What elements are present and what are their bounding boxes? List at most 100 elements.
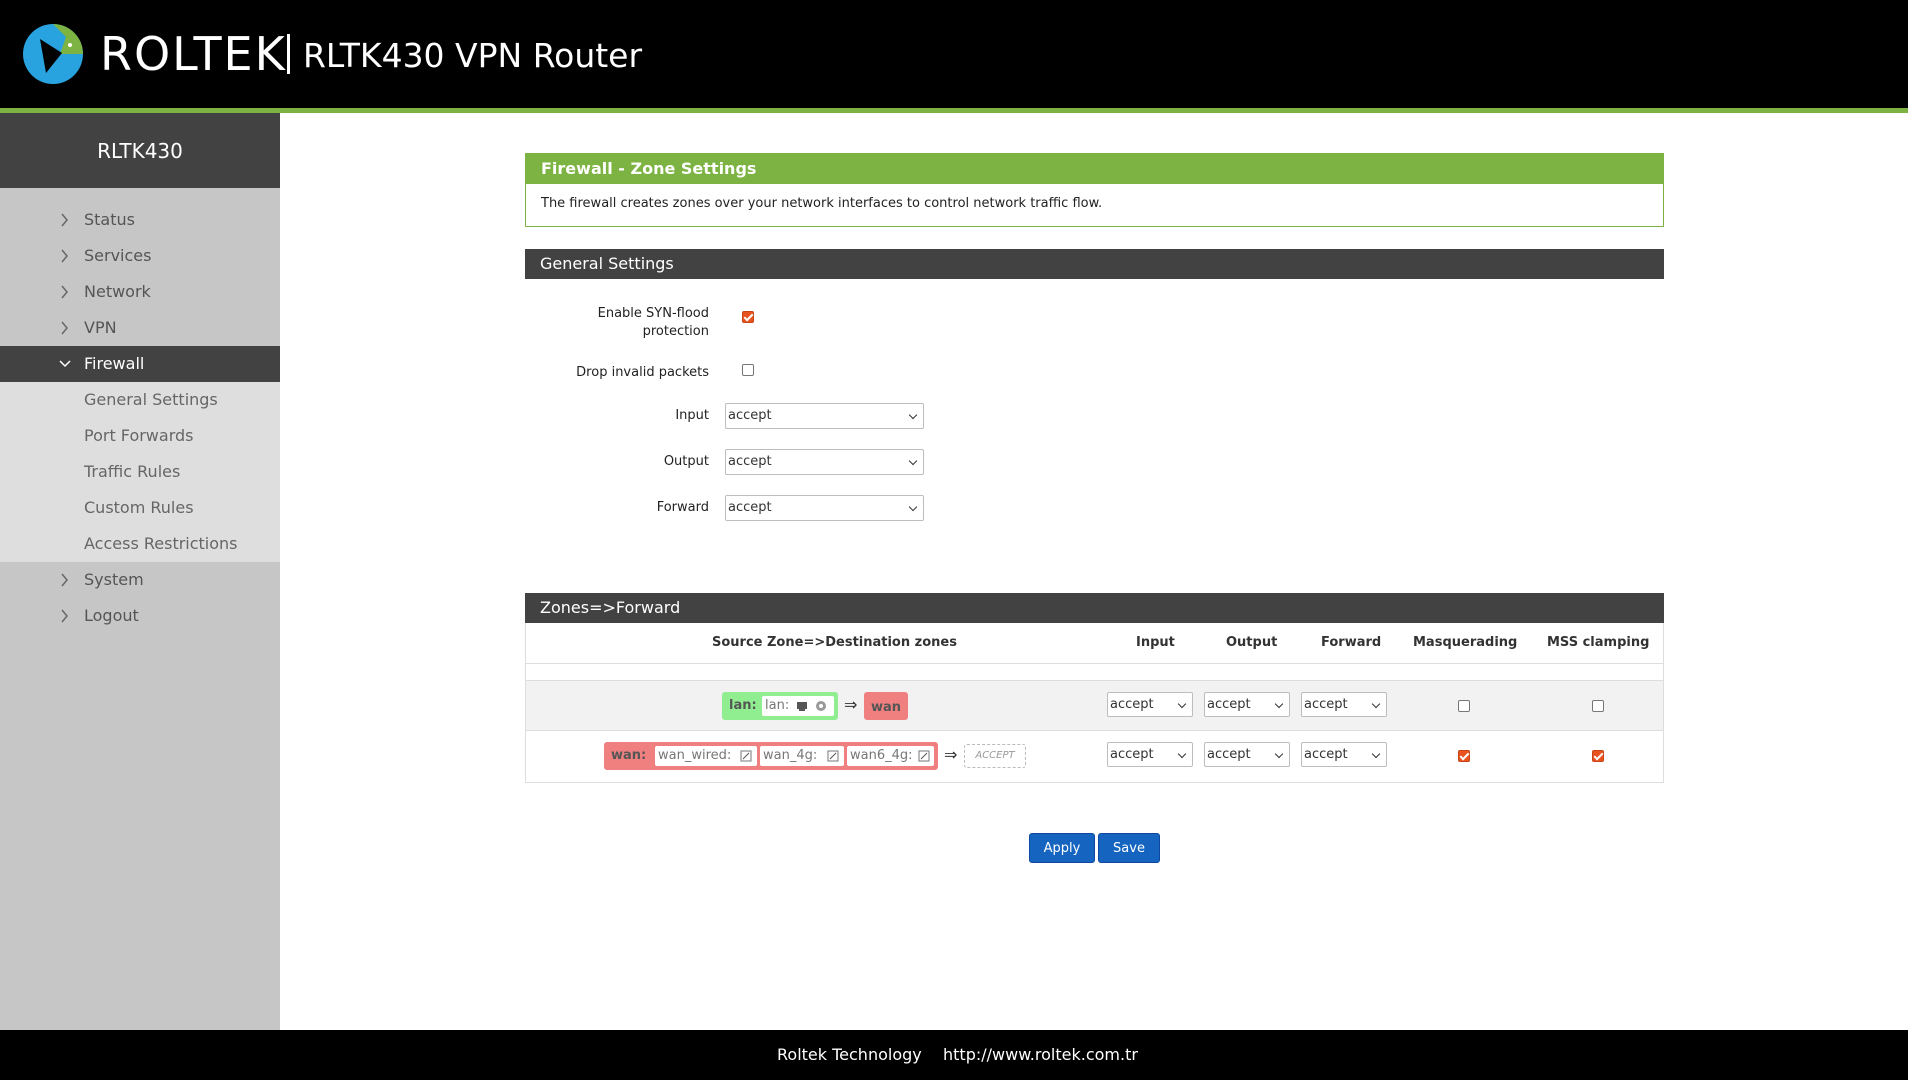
select-value: accept — [1304, 747, 1348, 762]
apply-button[interactable]: Apply — [1029, 833, 1095, 863]
interface-icon — [740, 750, 752, 762]
chevron-down-icon — [1274, 749, 1284, 759]
section-title: General Settings — [525, 249, 1664, 279]
zone-input-select[interactable]: accept — [1107, 742, 1193, 767]
forward-policy-select[interactable]: accept — [725, 495, 924, 521]
footer-url[interactable]: http://www.roltek.com.tr — [943, 1030, 1138, 1080]
sidebar-item-firewall[interactable]: Firewall — [0, 346, 280, 382]
input-label: Input — [675, 408, 709, 423]
chevron-down-icon — [1177, 699, 1187, 709]
destination-accept: ACCEPT — [964, 744, 1026, 768]
page-description: The firewall creates zones over your net… — [541, 196, 1103, 211]
wifi-icon — [816, 701, 826, 711]
table-row: wan: wan_wired: wan_4g: wan6_4g: ⇒ ACCEP… — [526, 730, 1663, 780]
table-spacer-row — [526, 663, 1663, 680]
syn-flood-checkbox[interactable] — [742, 311, 754, 323]
chevron-right-icon — [61, 285, 68, 299]
column-header: Output — [1226, 635, 1278, 650]
interface-label: lan: — [765, 698, 790, 713]
sidebar-item-services[interactable]: Services — [0, 238, 280, 274]
zones-table: Source Zone=>Destination zones Input Out… — [525, 623, 1664, 783]
select-value: accept — [728, 454, 772, 469]
chevron-right-icon — [61, 609, 68, 623]
interface-wan-4g: wan_4g: — [760, 746, 844, 766]
sidebar-item-label: System — [84, 570, 144, 589]
select-value: accept — [728, 408, 772, 423]
sidebar-item-logout[interactable]: Logout — [0, 598, 280, 634]
select-value: accept — [1207, 697, 1251, 712]
masquerading-checkbox[interactable] — [1458, 700, 1470, 712]
interface-label: wan_wired: — [658, 748, 732, 763]
syn-flood-label: Enable SYN-flood protection — [597, 306, 709, 339]
sidebar-item-vpn[interactable]: VPN — [0, 310, 280, 346]
chevron-down-icon — [908, 410, 918, 420]
chevron-down-icon — [1177, 749, 1187, 759]
select-value: accept — [1110, 697, 1154, 712]
masquerading-checkbox[interactable] — [1458, 750, 1470, 762]
column-header: Input — [1136, 635, 1175, 650]
input-policy-select[interactable]: accept — [725, 403, 924, 429]
forward-label: Forward — [656, 500, 709, 515]
zone-input-select[interactable]: accept — [1107, 692, 1193, 717]
mss-clamping-checkbox[interactable] — [1592, 700, 1604, 712]
ethernet-icon — [797, 702, 807, 711]
interface-label: wan_4g: — [763, 748, 818, 763]
output-policy-select[interactable]: accept — [725, 449, 924, 475]
sidebar-item-label: Logout — [84, 606, 139, 625]
chevron-right-icon — [61, 249, 68, 263]
header: ROLTEK RLTK430 VPN Router — [0, 0, 1908, 113]
sidebar-subitem-custom-rules[interactable]: Custom Rules — [0, 490, 280, 526]
chevron-down-icon — [59, 360, 71, 368]
zones-forward-section: Zones=>Forward Source Zone=>Destination … — [525, 593, 1664, 783]
chevron-down-icon — [1274, 699, 1284, 709]
sidebar-item-system[interactable]: System — [0, 562, 280, 598]
sidebar-item-network[interactable]: Network — [0, 274, 280, 310]
chevron-right-icon — [61, 573, 68, 587]
column-header: Masquerading — [1413, 635, 1518, 650]
zone-name: lan: — [729, 698, 757, 713]
brand-separator — [287, 34, 290, 74]
chevron-right-icon — [61, 213, 68, 227]
drop-invalid-checkbox[interactable] — [742, 364, 754, 376]
product-name: RLTK430 VPN Router — [303, 36, 643, 75]
sidebar-subitem-traffic-rules[interactable]: Traffic Rules — [0, 454, 280, 490]
sidebar-item-label: Network — [84, 282, 151, 301]
select-value: accept — [1110, 747, 1154, 762]
forward-arrow: ⇒ — [944, 745, 958, 764]
drop-invalid-label: Drop invalid packets — [576, 365, 709, 380]
sidebar-item-status[interactable]: Status — [0, 202, 280, 238]
zone-forward-select[interactable]: accept — [1301, 742, 1387, 767]
sidebar-subitem-general-settings[interactable]: General Settings — [0, 382, 280, 418]
interface-wan6-4g: wan6_4g: — [847, 746, 934, 766]
interface-lan: lan: — [762, 696, 834, 716]
chevron-down-icon — [1371, 699, 1381, 709]
column-header: MSS clamping — [1547, 635, 1650, 650]
sidebar-subitem-port-forwards[interactable]: Port Forwards — [0, 418, 280, 454]
select-value: accept — [1304, 697, 1348, 712]
output-label: Output — [663, 454, 709, 469]
interface-label: wan6_4g: — [850, 748, 913, 763]
source-zone-lan[interactable]: lan: lan: — [722, 692, 838, 720]
main-content: Firewall - Zone Settings The firewall cr… — [280, 113, 1908, 1030]
zone-forward-select[interactable]: accept — [1301, 692, 1387, 717]
chevron-right-icon — [61, 321, 68, 335]
chevron-down-icon — [908, 456, 918, 466]
zone-name: wan: — [611, 748, 647, 763]
sidebar-subitem-access-restrictions[interactable]: Access Restrictions — [0, 526, 280, 562]
destination-zone-wan[interactable]: wan — [864, 692, 908, 720]
general-settings-section: General Settings Enable SYN-flood protec… — [525, 249, 1664, 539]
sidebar-nav: Status Services Network VPN Firewall Gen… — [0, 188, 280, 634]
chevron-down-icon — [1371, 749, 1381, 759]
page-title: Firewall - Zone Settings — [526, 154, 1663, 184]
zone-output-select[interactable]: accept — [1204, 692, 1290, 717]
mss-clamping-checkbox[interactable] — [1592, 750, 1604, 762]
save-button[interactable]: Save — [1098, 833, 1160, 863]
roltek-logo-icon — [23, 24, 83, 84]
forward-arrow: ⇒ — [844, 695, 858, 714]
interface-icon — [918, 750, 930, 762]
zone-output-select[interactable]: accept — [1204, 742, 1290, 767]
source-zone-wan[interactable]: wan: wan_wired: wan_4g: wan6_4g: — [604, 742, 938, 770]
chevron-down-icon — [908, 502, 918, 512]
sidebar-item-label: Status — [84, 210, 135, 229]
footer-company: Roltek Technology — [777, 1045, 922, 1064]
